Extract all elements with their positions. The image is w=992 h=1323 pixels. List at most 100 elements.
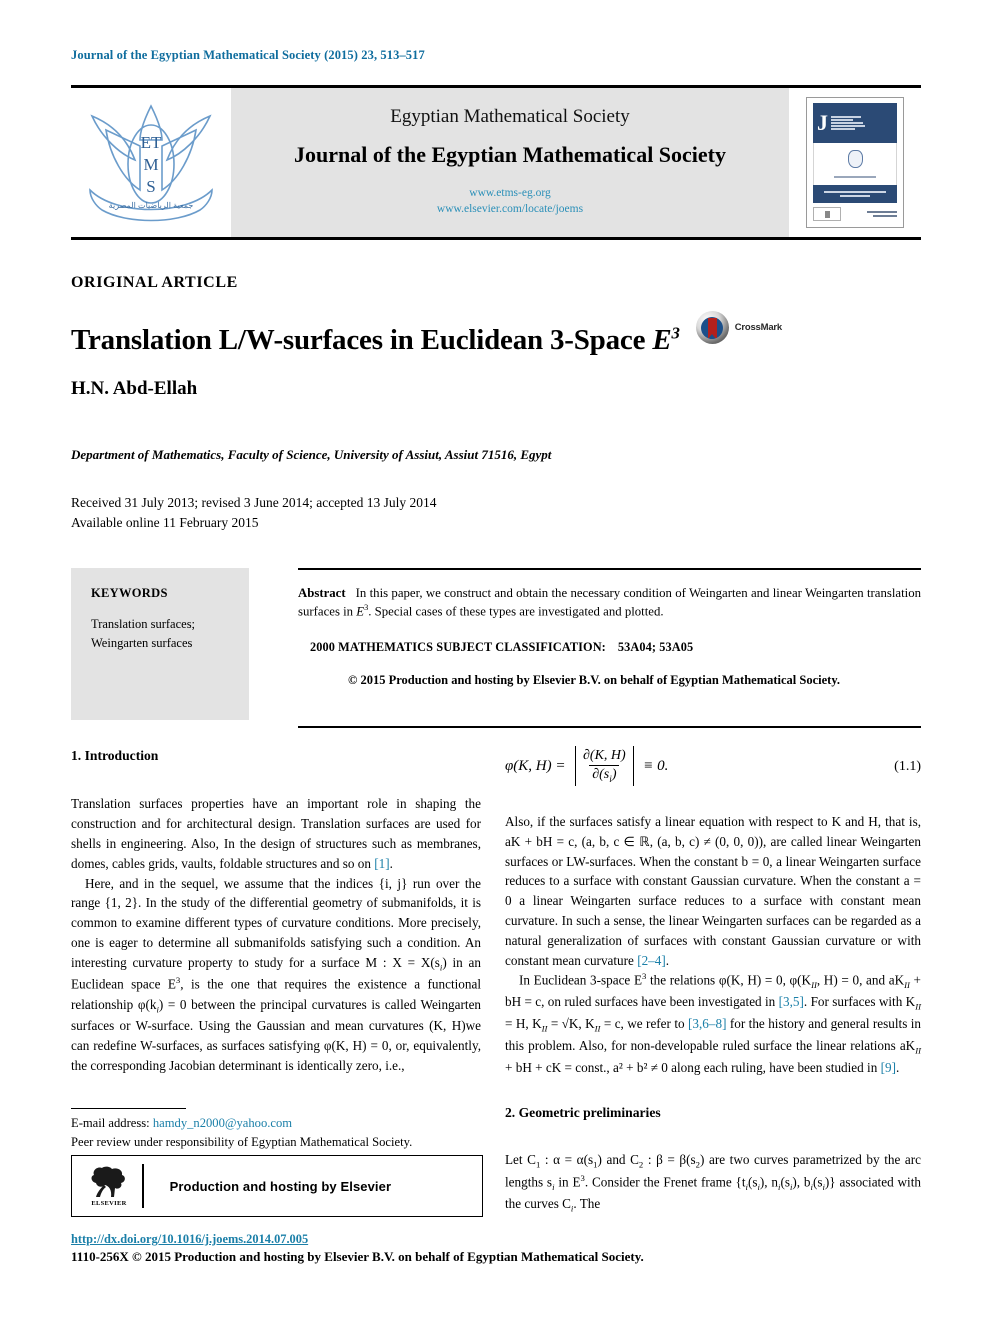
cover-middle-panel: [813, 143, 897, 185]
para-text: ), b: [792, 1173, 811, 1189]
paragraph: Here, and in the sequel, we assume that …: [71, 875, 482, 1073]
para-text: = √K, K: [547, 1016, 595, 1032]
cover-thumbnail-container: J: [789, 88, 921, 237]
etms-letter-m: M: [143, 155, 158, 174]
cover-emblem-icon: [847, 150, 863, 168]
elsevier-tree-icon: [91, 1166, 125, 1197]
para-text: + bH + cK = const., a² + b² ≠ 0 along ea…: [505, 1059, 881, 1075]
available-online-date: Available online 11 February 2015: [71, 514, 259, 530]
email-line: E-mail address: hamdy_n2000@yahoo.com: [71, 1114, 483, 1133]
footer-copyright: 1110-256X © 2015 Production and hosting …: [71, 1249, 644, 1264]
para-text: (s: [780, 1173, 790, 1189]
journal-urls: www.etms-eg.org www.elsevier.com/locate/…: [437, 186, 583, 217]
peer-review-note: Peer review under responsibility of Egyp…: [71, 1134, 413, 1149]
author-affiliation: Department of Mathematics, Faculty of Sc…: [71, 447, 552, 462]
footnote-block: E-mail address: hamdy_n2000@yahoo.com Pe…: [71, 1114, 483, 1152]
etms-letter-s: S: [146, 177, 155, 196]
equation-numerator: ∂(K, H): [583, 748, 626, 764]
elsevier-logo: ELSEVIER: [72, 1166, 140, 1207]
equation-lhs: φ(K, H) =: [505, 757, 566, 774]
keyword-item: Weingarten surfaces: [91, 636, 193, 651]
elsevier-hosting-text: Production and hosting by Elsevier: [169, 1178, 392, 1194]
abstract-symbol: E: [356, 604, 365, 619]
paragraph: Let C1 : α = α(s1) and C2 : β = β(s2) ar…: [505, 1151, 922, 1214]
cover-title-lines: [831, 116, 865, 130]
msc-label: 2000 MATHEMATICS SUBJECT CLASSIFICATION:: [310, 639, 606, 654]
abstract-label: Abstract: [298, 586, 346, 600]
crossmark-badge-group[interactable]: CrossMark: [695, 311, 783, 344]
paragraph: Translation surfaces properties have an …: [71, 794, 481, 873]
title-symbol: E: [652, 324, 672, 357]
doi-link[interactable]: http://dx.doi.org/10.1016/j.joems.2014.0…: [71, 1232, 308, 1247]
equation-fraction: ∂(K, H) ∂(si): [571, 746, 639, 786]
paper-page: Journal of the Egyptian Mathematical Soc…: [0, 0, 992, 1323]
etms-letter-e: ET: [141, 133, 162, 152]
abstract-sentence-2: . Special cases of these types are inves…: [368, 604, 664, 619]
section-heading-geometric-preliminaries: 2. Geometric preliminaries: [505, 1105, 661, 1121]
title-text: Translation L/W-surfaces in Euclidean 3-…: [71, 324, 653, 357]
paragraph: Also, if the surfaces satisfy a linear e…: [505, 812, 921, 970]
equation-1-1: φ(K, H) = ∂(K, H) ∂(si) ≡ 0. (1.1): [505, 746, 921, 786]
masthead-center: Egyptian Mathematical Society Journal of…: [231, 88, 789, 237]
reference-link-1[interactable]: [1]: [374, 856, 389, 871]
keywords-box: KEYWORDS Translation surfaces; Weingarte…: [71, 568, 249, 720]
running-head: Journal of the Egyptian Mathematical Soc…: [71, 48, 425, 62]
keywords-heading: KEYWORDS: [91, 586, 168, 600]
equation-rhs: ≡ 0.: [643, 757, 669, 774]
elsevier-hosting-box: ELSEVIER Production and hosting by Elsev…: [71, 1155, 483, 1217]
para-text: ), n: [759, 1173, 779, 1189]
title-row: Translation L/W-surfaces in Euclidean 3-…: [71, 305, 921, 376]
para-text: . Consider the Frenet frame {t: [584, 1173, 746, 1189]
etms-logo: ET M S جمعية الرياضيات المصرية: [89, 103, 213, 221]
elsevier-wordmark: ELSEVIER: [91, 1199, 127, 1207]
reference-link-3-5[interactable]: [3,5]: [779, 994, 804, 1009]
para-text: the relations φ(K, H) = 0, φ(K: [646, 972, 812, 988]
equation-expression: φ(K, H) = ∂(K, H) ∂(si) ≡ 0.: [505, 746, 668, 786]
footnote-divider: [71, 1108, 186, 1109]
etms-logo-container: ET M S جمعية الرياضيات المصرية: [71, 88, 231, 237]
para-text: Here, and in the sequel, we assume that …: [71, 875, 481, 970]
cover-bottom-row: [813, 203, 897, 222]
section-heading-introduction: 1. Introduction: [71, 748, 159, 763]
etms-arabic-caption: جمعية الرياضيات المصرية: [109, 201, 194, 210]
crossmark-label: CrossMark: [734, 322, 783, 333]
para-text-end: .: [895, 1059, 900, 1075]
abstract-text: Abstract In this paper, we construct and…: [298, 570, 921, 621]
reference-link-9[interactable]: [9]: [881, 1060, 896, 1075]
email-link[interactable]: hamdy_n2000@yahoo.com: [153, 1116, 292, 1130]
abs-bar-left: [574, 746, 576, 786]
para-text: , H) = 0, and aK: [816, 972, 905, 988]
elsevier-divider: [142, 1164, 144, 1208]
equation-number: (1.1): [894, 758, 921, 774]
para-text: : β = β(s: [643, 1151, 696, 1167]
para-text: : α = α(s: [540, 1151, 594, 1167]
received-date: Received 31 July 2013; revised 3 June 20…: [71, 495, 437, 510]
cover-publisher-box: [813, 207, 841, 221]
cover-header-band: J: [813, 103, 897, 143]
para-text: ) and C: [597, 1151, 639, 1167]
para-text: Let C: [505, 1151, 536, 1167]
para-text: = H, K: [505, 1016, 542, 1032]
para-text: In Euclidean 3-space E: [519, 972, 642, 988]
paragraph: In Euclidean 3-space E3 the relations φ(…: [505, 971, 921, 1075]
journal-cover-thumbnail: J: [806, 97, 904, 228]
msc-codes: 53A04; 53A05: [617, 639, 694, 654]
url-elsevier[interactable]: www.elsevier.com/locate/joems: [437, 202, 583, 218]
body-column-left: 1. Introduction Translation surfaces pro…: [71, 746, 481, 1076]
cover-initial: J: [817, 110, 828, 135]
para-text: . For surfaces with K: [803, 994, 916, 1010]
para-text-end: .: [665, 952, 670, 968]
cover-subtitle-line: [834, 176, 876, 178]
title-superscript: 3: [671, 323, 680, 343]
para-text-end: . The: [573, 1195, 601, 1211]
crossmark-icon[interactable]: [695, 311, 729, 344]
url-etms[interactable]: www.etms-eg.org: [437, 186, 583, 202]
para-text: = c, we refer to: [600, 1016, 689, 1032]
reference-link-2-4[interactable]: [2–4]: [637, 953, 666, 968]
para-text: in E: [554, 1173, 581, 1189]
abstract-block: Abstract In this paper, we construct and…: [298, 568, 921, 728]
reference-link-3-6-8[interactable]: [3,6–8]: [688, 1016, 726, 1031]
equation-denominator: ∂(si): [589, 764, 620, 784]
abs-bar-right: [632, 746, 635, 786]
crossmark-ribbon-shape: [707, 317, 717, 339]
